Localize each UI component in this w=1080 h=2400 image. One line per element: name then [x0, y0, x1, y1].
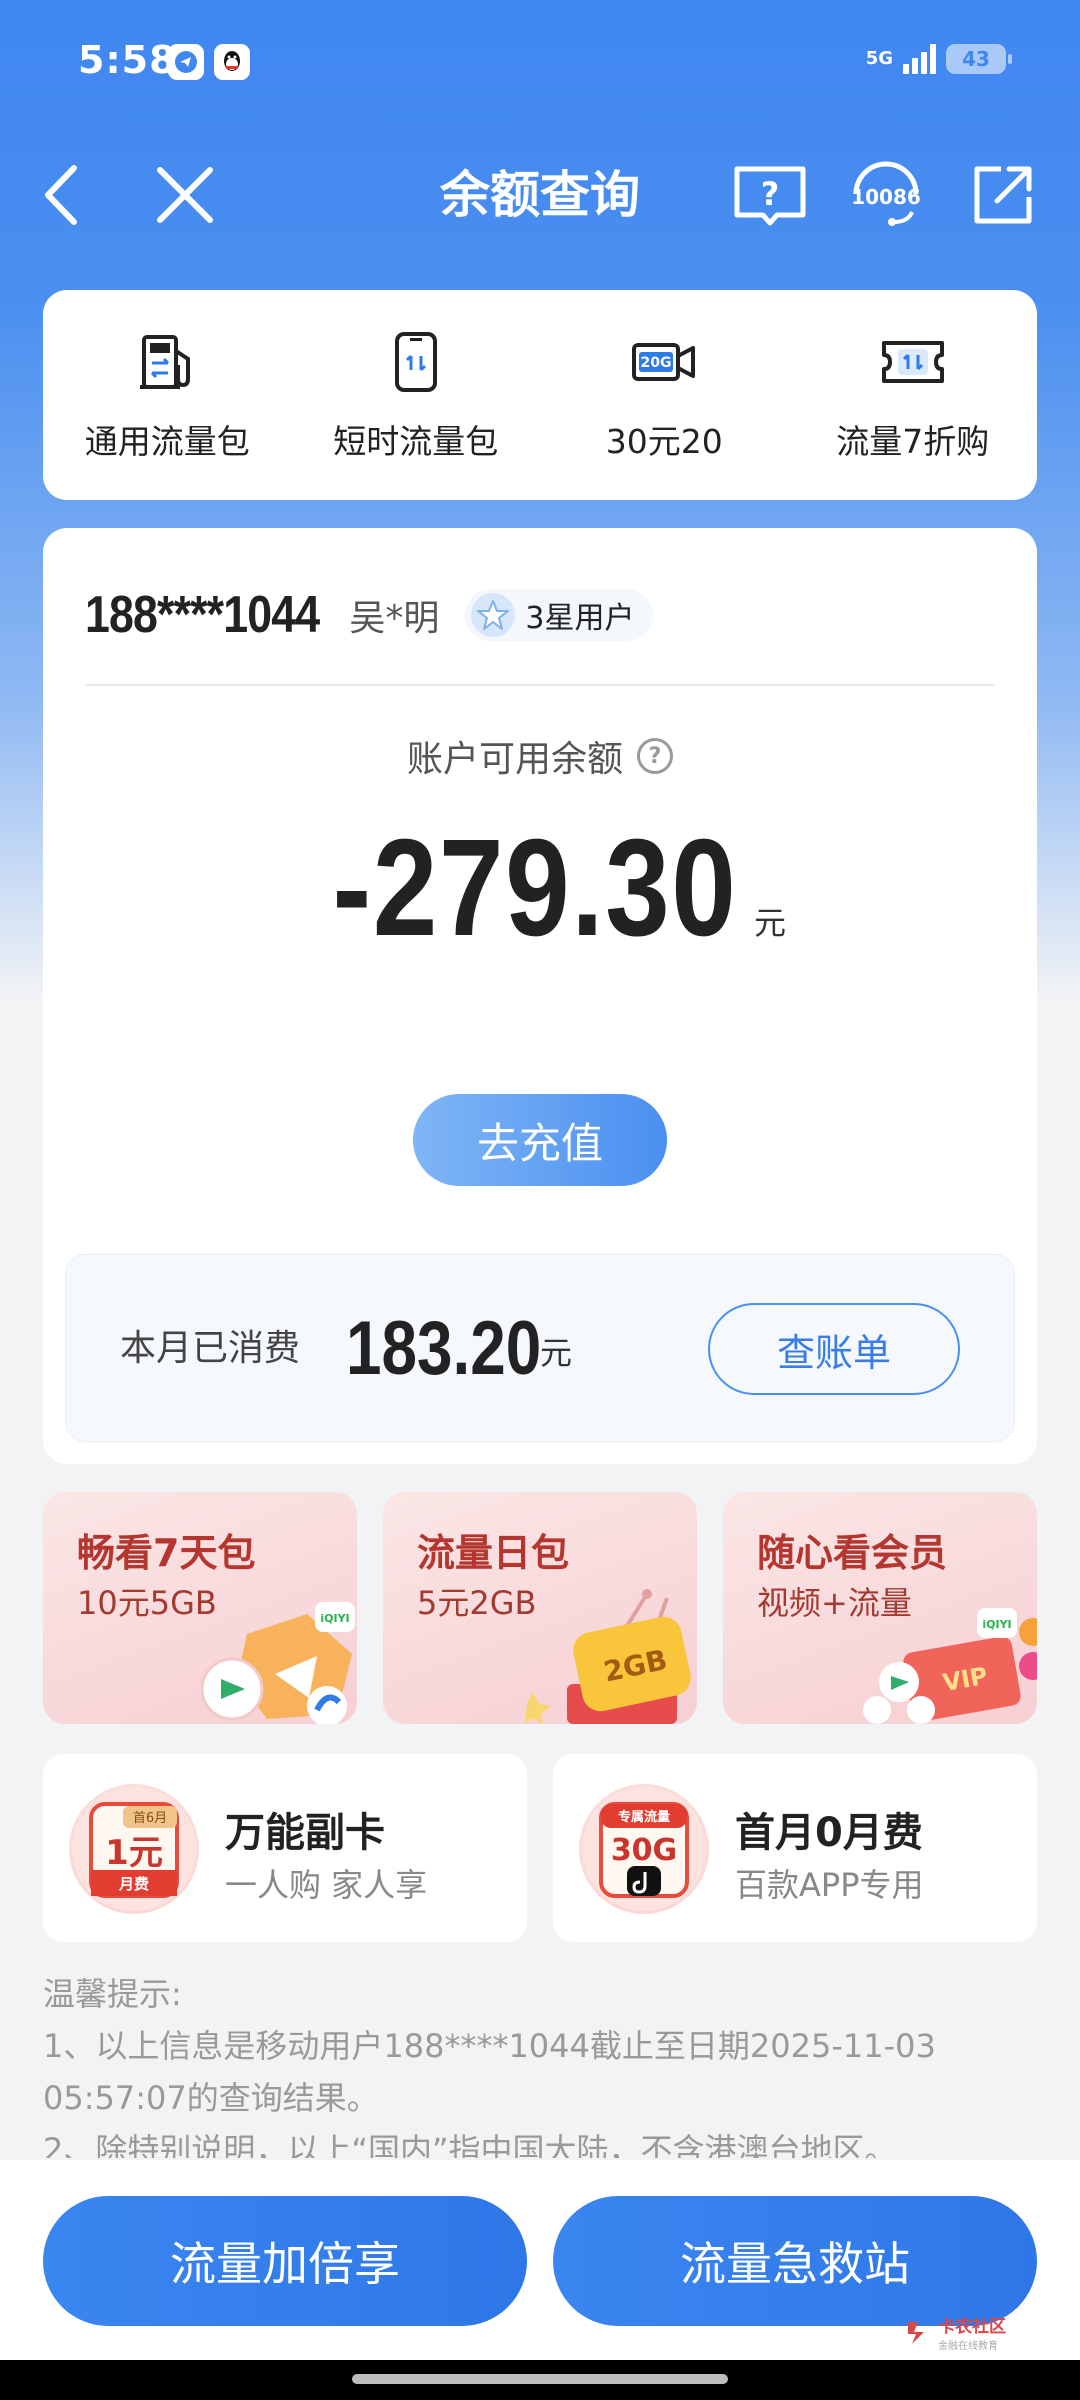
shortcut-card: 通用流量包 短时流量包 20G 30元20 流量7折购	[43, 290, 1037, 500]
shortcut-label: 通用流量包	[84, 422, 250, 461]
bottom-action-bar: 流量加倍享 流量急救站 卡农社区 金融在线教育	[0, 2160, 1080, 2360]
ticket-data-icon	[878, 327, 948, 397]
customer-service-icon: 10086	[851, 161, 921, 226]
customer-service-button[interactable]: 10086	[844, 140, 928, 250]
feature-subtitle: 一人购 家人享	[225, 1866, 428, 1904]
feature-subtitle: 百款APP专用	[735, 1866, 924, 1904]
status-time: 5:58	[78, 38, 177, 82]
balance-label-row: 账户可用余额 ?	[43, 730, 1037, 782]
feature-card-sub-card[interactable]: 首6月 1元 月费 万能副卡 一人购 家人享	[43, 1754, 527, 1942]
badge-top-text: 专属流量	[618, 1809, 670, 1825]
badge-top-text: 首6月	[133, 1811, 167, 1826]
level-badge[interactable]: 3星用户	[465, 589, 653, 641]
level-label: 3星用户	[525, 601, 635, 636]
balance-card: 188****1044 吴*明 3星用户 账户可用余额 ? -279.30 元 …	[43, 528, 1037, 1464]
video-20g-icon: 20G	[629, 327, 699, 397]
tips-line-2: 2、除特别说明，以上“国内”指中国大陆，不含港澳台地区。	[43, 2131, 897, 2158]
watermark-main: 卡农社区	[938, 2317, 1006, 2337]
help-button[interactable]: ?	[732, 140, 808, 250]
shortcut-30-yuan-20[interactable]: 20G 30元20	[544, 327, 784, 463]
svg-text:iQIYI: iQIYI	[320, 1612, 349, 1625]
recharge-button[interactable]: 去充值	[413, 1094, 667, 1186]
back-icon	[45, 165, 77, 225]
balance-amount: -279.30	[332, 811, 738, 965]
badge-main-text: 30G	[611, 1833, 677, 1868]
promo-card-vip[interactable]: 随心看会员 视频+流量 VIP iQIYI	[723, 1492, 1037, 1724]
network-type: 5G	[865, 48, 893, 69]
signal-icon	[903, 44, 936, 74]
data-rescue-button[interactable]: 流量急救站	[553, 2196, 1037, 2326]
badge-main-text: 1元	[105, 1833, 163, 1873]
shortcut-short-term-data[interactable]: 短时流量包	[296, 327, 536, 463]
view-bill-button[interactable]: 查账单	[708, 1303, 960, 1395]
user-info-row: 188****1044 吴*明 3星用户	[85, 576, 995, 686]
data-30g-badge-icon: 专属流量 30G	[579, 1784, 709, 1914]
shortcut-data-discount[interactable]: 流量7折购	[793, 327, 1033, 463]
question-icon[interactable]: ?	[637, 738, 673, 774]
svg-text:20G: 20G	[641, 355, 672, 371]
status-bar: 5:58 5G 43	[0, 0, 1080, 120]
help-book-icon: ?	[734, 166, 806, 226]
shortcut-general-data[interactable]: 通用流量包	[47, 327, 287, 463]
promo-title: 随心看会员	[757, 1531, 948, 1575]
service-number: 10086	[851, 185, 921, 209]
back-button[interactable]	[30, 140, 90, 250]
close-icon	[157, 167, 213, 223]
watermark: 卡农社区 金融在线教育	[904, 2312, 1006, 2352]
share-icon	[974, 166, 1032, 224]
balance-label: 账户可用余额	[406, 739, 623, 780]
fuel-data-icon	[132, 327, 202, 397]
monthly-spend-box: 本月已消费 183.20 元 查账单	[65, 1254, 1015, 1442]
close-button[interactable]	[150, 140, 220, 250]
home-indicator[interactable]	[352, 2374, 728, 2384]
promo-title: 畅看7天包	[77, 1531, 256, 1575]
promo-card-7day[interactable]: 畅看7天包 10元5GB iQIYI	[43, 1492, 357, 1724]
tips-line-1: 1、以上信息是移动用户188****1044截止至日期2025-11-03 05…	[43, 2027, 936, 2117]
user-name: 吴*明	[349, 598, 440, 639]
kanong-logo-icon	[908, 2322, 924, 2344]
data-double-button[interactable]: 流量加倍享	[43, 2196, 527, 2326]
star-icon	[471, 593, 516, 637]
tv-2gb-icon: 2GB	[525, 1589, 691, 1724]
balance-row: -279.30 元	[43, 818, 1037, 958]
svg-text:iQIYI: iQIYI	[982, 1618, 1011, 1631]
feature-card-zero-fee[interactable]: 专属流量 30G 首月0月费 百款APP专用	[553, 1754, 1037, 1942]
battery-icon: 43	[946, 44, 1012, 74]
shortcut-label: 流量7折购	[836, 422, 990, 461]
feature-title: 首月0月费	[735, 1810, 923, 1856]
nav-bar: 余额查询 ? 10086	[0, 140, 1080, 250]
shortcut-label: 30元20	[605, 422, 723, 461]
tips-title: 温馨提示:	[43, 1975, 182, 2013]
video-apps-icon: iQIYI	[200, 1602, 355, 1724]
shortcut-label: 短时流量包	[333, 422, 499, 461]
telegram-icon	[168, 44, 204, 80]
phone-data-icon	[381, 327, 451, 397]
promo-title: 流量日包	[417, 1531, 570, 1575]
gesture-bar	[0, 2360, 1080, 2400]
share-button[interactable]	[968, 140, 1038, 250]
status-indicators: 5G 43	[865, 44, 1012, 74]
vip-cart-icon: VIP iQIYI	[863, 1608, 1037, 1724]
tips-section: 温馨提示: 1、以上信息是移动用户188****1044截止至日期2025-11…	[43, 1968, 1037, 2158]
badge-bottom-text: 月费	[118, 1875, 149, 1893]
one-yuan-badge-icon: 首6月 1元 月费	[69, 1784, 199, 1914]
balance-unit: 元	[754, 904, 787, 942]
watermark-sub: 金融在线教育	[938, 2341, 998, 2352]
spend-unit: 元	[540, 1334, 573, 1372]
promo-card-daily[interactable]: 流量日包 5元2GB 2GB	[383, 1492, 697, 1724]
feature-title: 万能副卡	[225, 1810, 385, 1856]
svg-text:?: ?	[761, 175, 780, 213]
spend-amount: 183.20	[346, 1306, 542, 1391]
battery-level: 43	[962, 47, 990, 71]
qq-icon	[214, 44, 250, 80]
phone-number: 188****1044	[85, 586, 320, 644]
spend-label: 本月已消费	[120, 1328, 301, 1369]
